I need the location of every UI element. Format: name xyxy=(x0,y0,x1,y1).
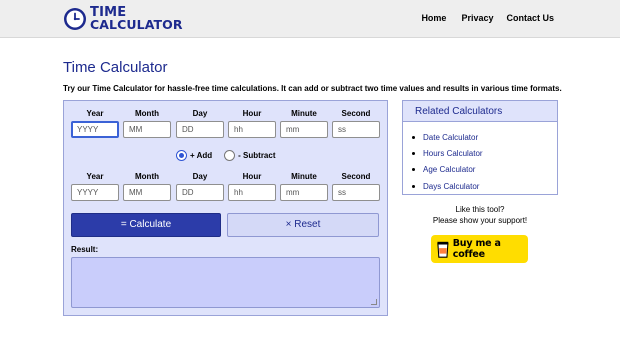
logo-text-line2: CALCULATOR xyxy=(90,17,183,32)
time2-year-input[interactable]: YYYY xyxy=(71,184,119,201)
column-header-minute: Minute xyxy=(291,109,317,118)
time2-minute-input[interactable]: mm xyxy=(280,184,328,201)
nav-contact-link[interactable]: Contact Us xyxy=(506,13,554,23)
related-link-date[interactable]: Date Calculator xyxy=(412,129,557,145)
main-nav: Home Privacy Contact Us xyxy=(421,13,554,23)
time2-hour-input[interactable]: hh xyxy=(228,184,276,201)
page-title: Time Calculator xyxy=(63,59,168,76)
time2-second-input[interactable]: ss xyxy=(332,184,380,201)
resize-handle-icon[interactable] xyxy=(371,299,377,305)
add-option[interactable]: + Add xyxy=(176,150,212,161)
support-line1: Like this tool? xyxy=(455,205,505,214)
related-link-hours[interactable]: Hours Calculator xyxy=(412,145,557,161)
column-header-year: Year xyxy=(86,109,104,118)
related-calculators-panel: Related Calculators Date Calculator Hour… xyxy=(402,100,558,195)
support-line2: Please show your support! xyxy=(432,216,528,225)
coffee-cup-icon xyxy=(437,241,449,258)
subtract-option[interactable]: - Subtract xyxy=(224,150,276,161)
time1-second-input[interactable]: ss xyxy=(332,121,380,138)
time1-month-input[interactable]: MM xyxy=(123,121,171,138)
related-calculators-list: Date Calculator Hours Calculator Age Cal… xyxy=(403,122,557,194)
related-link-age[interactable]: Age Calculator xyxy=(412,162,557,178)
time1-day-input[interactable]: DD xyxy=(176,121,224,138)
support-text: Like this tool? Please show your support… xyxy=(402,204,558,226)
time2-day-input[interactable]: DD xyxy=(176,184,224,201)
related-link-days[interactable]: Days Calculator xyxy=(412,178,557,194)
time1-hour-input[interactable]: hh xyxy=(228,121,276,138)
column-header-second: Second xyxy=(341,172,371,181)
result-label: Result: xyxy=(71,245,99,254)
intro-text: Try our Time Calculator for hassle-free … xyxy=(63,84,562,93)
subtract-label: - Subtract xyxy=(238,151,276,160)
calculate-button[interactable]: = Calculate xyxy=(71,213,221,237)
nav-home-link[interactable]: Home xyxy=(421,13,446,23)
add-radio[interactable] xyxy=(176,150,187,161)
bullet-icon xyxy=(412,151,415,155)
site-logo[interactable]: TIME CALCULATOR xyxy=(63,5,183,33)
bullet-icon xyxy=(412,184,415,188)
column-header-month: Month xyxy=(135,172,159,181)
time1-minute-input[interactable]: mm xyxy=(280,121,328,138)
column-header-day: Day xyxy=(192,172,208,181)
subtract-radio[interactable] xyxy=(224,150,236,161)
clock-icon xyxy=(64,8,86,30)
related-link-label: Hours Calculator xyxy=(423,148,483,158)
column-header-year: Year xyxy=(86,172,104,181)
site-header: TIME CALCULATOR Home Privacy Contact Us xyxy=(0,0,620,38)
related-link-label: Age Calculator xyxy=(423,165,476,175)
column-header-hour: Hour xyxy=(242,109,262,118)
column-header-minute: Minute xyxy=(291,172,317,181)
result-textarea[interactable] xyxy=(71,257,380,308)
related-link-label: Days Calculator xyxy=(423,181,480,191)
time1-year-input[interactable]: YYYY xyxy=(71,121,119,138)
operation-selector: + Add - Subtract xyxy=(176,150,288,161)
column-header-month: Month xyxy=(135,109,159,118)
buy-me-a-coffee-label: Buy me a coffee xyxy=(452,238,501,260)
time2-month-input[interactable]: MM xyxy=(123,184,171,201)
bullet-icon xyxy=(412,135,415,139)
related-link-label: Date Calculator xyxy=(423,132,479,142)
column-header-day: Day xyxy=(192,109,208,118)
reset-button[interactable]: × Reset xyxy=(227,213,379,237)
buy-me-a-coffee-button[interactable]: Buy me a coffee xyxy=(431,235,528,263)
column-header-second: Second xyxy=(341,109,371,118)
nav-privacy-link[interactable]: Privacy xyxy=(461,13,493,23)
bullet-icon xyxy=(412,168,415,172)
add-label: + Add xyxy=(190,151,213,160)
column-header-hour: Hour xyxy=(242,172,262,181)
related-calculators-heading: Related Calculators xyxy=(403,101,557,122)
